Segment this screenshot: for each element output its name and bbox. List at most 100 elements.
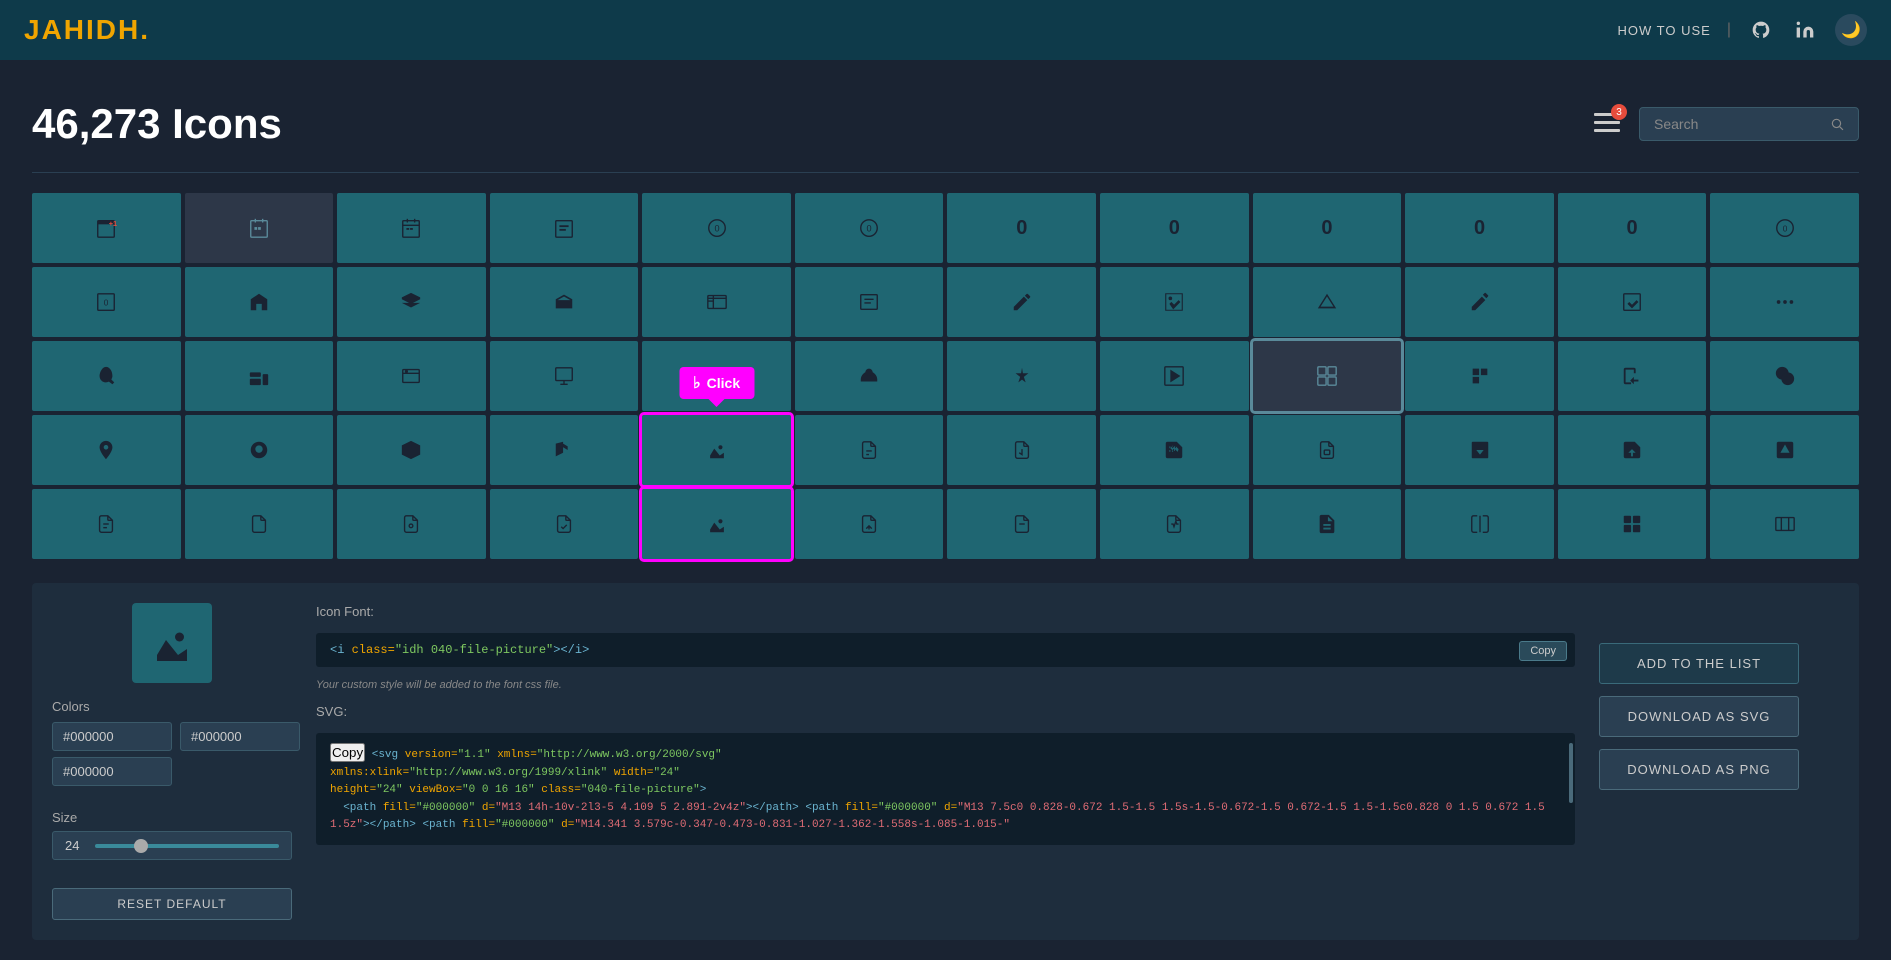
icon-cell[interactable] [1710,267,1859,337]
svg-label: SVG: [316,703,1575,721]
icon-cell[interactable] [337,341,486,411]
icon-cell[interactable] [185,415,334,485]
icon-cell[interactable] [795,341,944,411]
icon-cell[interactable]: +1 [32,193,181,263]
icon-cell[interactable]: 0 [795,193,944,263]
svg-text:+1: +1 [109,219,117,228]
icon-cell[interactable] [947,341,1096,411]
icon-cell[interactable] [185,193,334,263]
size-slider[interactable] [95,844,279,848]
icon-cell[interactable] [1558,415,1707,485]
how-to-use-link[interactable]: HOW TO USE [1618,23,1711,38]
logo-main: JAHID [24,14,118,45]
svg-code-block[interactable]: Copy <svg version="1.1" xmlns="http://ww… [316,733,1575,845]
icon-cell[interactable] [490,489,639,559]
icon-cell[interactable] [1253,267,1402,337]
color-input-3[interactable] [52,757,172,786]
copy-icon-font-button[interactable]: Copy [1519,641,1567,661]
icon-cell[interactable] [795,489,944,559]
search-input[interactable] [1654,116,1822,132]
color-input-2[interactable] [180,722,300,751]
reset-default-button[interactable]: RESET DEFAULT [52,888,292,920]
icon-cell[interactable] [32,415,181,485]
icon-cell[interactable] [947,267,1096,337]
icon-cell[interactable] [642,267,791,337]
icon-cell[interactable] [185,267,334,337]
color-input-1[interactable] [52,722,172,751]
icon-cell[interactable] [1100,489,1249,559]
icon-cell[interactable] [947,489,1096,559]
list-icon-button[interactable]: 3 [1591,108,1623,140]
click-tooltip: ♭ Click [679,367,754,399]
icon-cell[interactable]: 0 [1253,193,1402,263]
icon-cell[interactable] [1558,267,1707,337]
icon-cell[interactable] [490,341,639,411]
icon-cell[interactable]: 0 [642,193,791,263]
icon-cell[interactable] [185,341,334,411]
icon-cell[interactable] [490,193,639,263]
download-svg-button[interactable]: DOWNLOAD AS SVG [1599,696,1799,737]
download-png-button[interactable]: DOWNLOAD AS PNG [1599,749,1799,790]
icon-cell[interactable]: 0 [1405,193,1554,263]
icon-cell[interactable] [795,415,944,485]
icon-font-code-block: Copy <i class="idh 040-file-picture"></i… [316,633,1575,667]
copy-svg-button[interactable]: Copy [330,743,365,762]
logo: JAHIDH. [24,14,150,46]
icon-cell[interactable] [32,489,181,559]
detail-left: Colors Size 24 RESET DEFAULT [52,603,292,920]
icon-cell[interactable]: 0 [1100,193,1249,263]
colors-label: Colors [52,699,292,714]
icon-cell[interactable]: 0 [947,193,1096,263]
page-header-right: 3 [1591,107,1859,141]
icon-cell[interactable] [1558,489,1707,559]
icon-cell-selected[interactable]: ♭ Click [642,415,791,485]
colors-section: Colors [52,699,292,786]
color-inputs [52,722,292,786]
icon-cell[interactable] [1100,341,1249,411]
page-title: 46,273 Icons [32,100,282,148]
github-icon[interactable] [1747,16,1775,44]
search-box[interactable] [1639,107,1859,141]
svg-text:0: 0 [1782,225,1787,234]
icon-cell[interactable]: 0 [1558,193,1707,263]
icon-cell[interactable] [337,267,486,337]
list-badge: 3 [1611,104,1627,120]
scrollbar[interactable] [1569,743,1573,803]
icon-cell-selected-bottom[interactable] [642,489,791,559]
icon-cell[interactable]: 0 [1710,193,1859,263]
detail-middle: Icon Font: Copy <i class="idh 040-file-p… [316,603,1575,920]
icon-cell[interactable] [1710,341,1859,411]
icon-cell[interactable] [32,341,181,411]
svg-text:0: 0 [714,224,719,234]
icon-cell[interactable] [947,415,1096,485]
icon-cell[interactable] [337,489,486,559]
icon-cell[interactable] [1100,415,1249,485]
icon-cell[interactable]: 0 [32,267,181,337]
icon-cell[interactable] [185,489,334,559]
add-to-list-button[interactable]: ADD TO THE LIST [1599,643,1799,684]
icon-cell[interactable] [1558,341,1707,411]
icon-cell[interactable] [1253,489,1402,559]
icon-cell[interactable] [1253,415,1402,485]
size-value: 24 [65,838,85,853]
icon-cell[interactable] [337,193,486,263]
search-icon [1830,116,1844,132]
header-divider: | [1727,21,1731,39]
click-tooltip-text: Click [707,375,740,391]
icon-cell[interactable] [1710,489,1859,559]
icon-cell[interactable] [1253,341,1402,411]
theme-toggle-button[interactable]: 🌙 [1835,14,1867,46]
icon-cell[interactable] [1100,267,1249,337]
linkedin-icon[interactable] [1791,16,1819,44]
detail-section: Colors Size 24 RESET DEFAULT [32,583,1859,940]
icon-cell[interactable] [490,267,639,337]
icon-cell[interactable] [1405,489,1554,559]
icon-grid: +1 0 0 0 0 0 0 0 0 0 [32,193,1859,559]
icon-cell[interactable] [1405,415,1554,485]
icon-cell[interactable] [1405,267,1554,337]
icon-cell[interactable] [795,267,944,337]
icon-cell[interactable] [1710,415,1859,485]
icon-cell[interactable] [337,415,486,485]
icon-cell[interactable] [1405,341,1554,411]
icon-cell[interactable] [490,415,639,485]
